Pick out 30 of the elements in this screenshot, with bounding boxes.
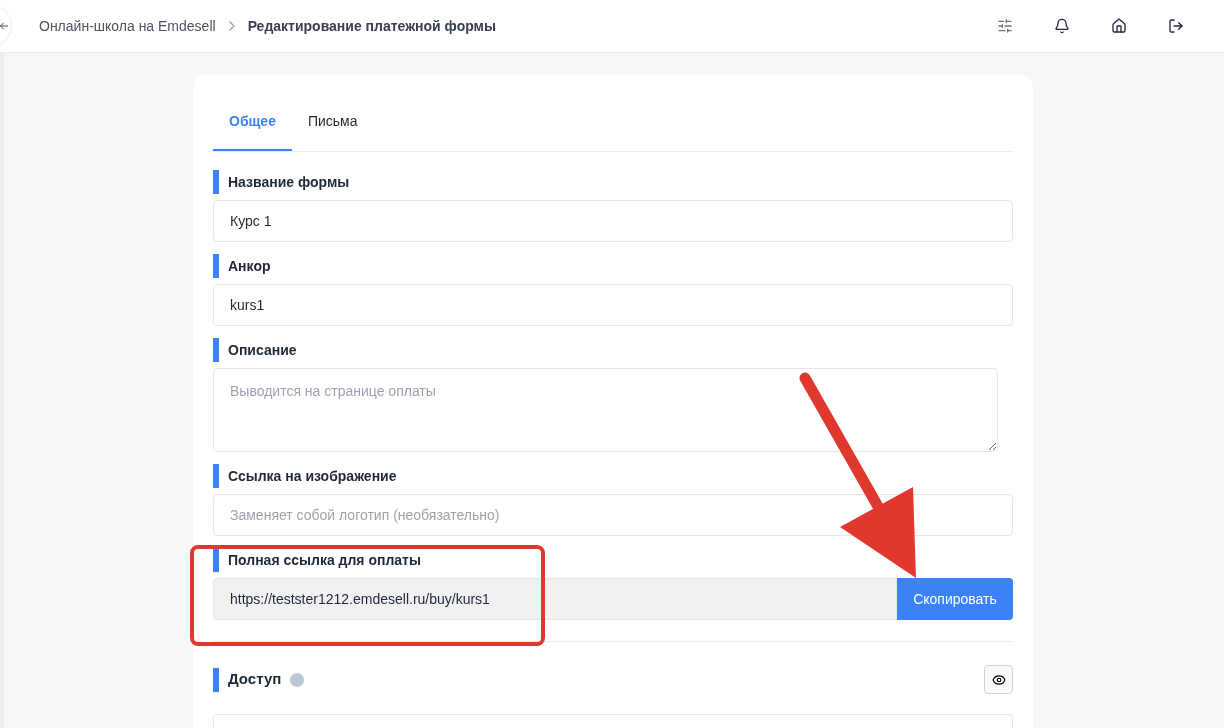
- section-title: Доступ: [228, 669, 282, 690]
- breadcrumb-link[interactable]: Онлайн-школа на Emdesell: [39, 15, 216, 37]
- collapse-icon: [0, 20, 9, 32]
- home-icon[interactable]: [1111, 18, 1127, 34]
- link-field[interactable]: https://testster1212.emdesell.ru/buy/kurs1: [213, 578, 897, 620]
- info-icon: [290, 672, 305, 687]
- preview-button[interactable]: [984, 665, 1013, 694]
- label-bar: [213, 338, 219, 362]
- label-bar: [213, 667, 219, 692]
- field-label: Название формы: [228, 172, 350, 192]
- field-label: Описание: [228, 340, 297, 360]
- label-bar: [213, 464, 219, 488]
- label-bar: [213, 254, 219, 278]
- page-title: Редактирование платежной формы: [247, 16, 496, 36]
- label-bar: [213, 170, 219, 194]
- input-field[interactable]: kurs1: [213, 284, 1013, 326]
- settings-icon[interactable]: [997, 18, 1013, 34]
- label-bar: [213, 548, 219, 572]
- tab[interactable]: Письма: [291, 93, 374, 151]
- notifications-icon[interactable]: [1054, 18, 1070, 34]
- field-label: Полная ссылка для оплаты: [228, 550, 421, 570]
- input-field[interactable]: Заменяет собой логотип (необязательно): [213, 494, 1013, 536]
- logout-icon[interactable]: [1168, 18, 1184, 34]
- textarea-field[interactable]: Выводится на странице оплаты: [213, 368, 998, 452]
- copy-button[interactable]: Скопировать: [897, 578, 1013, 620]
- eye-icon: [991, 672, 1006, 687]
- input-field[interactable]: Курс 1: [213, 200, 1013, 242]
- tab[interactable]: Общее: [213, 93, 292, 151]
- field-label: Анкор: [228, 256, 271, 276]
- field-label: Ссылка на изображение: [228, 466, 397, 486]
